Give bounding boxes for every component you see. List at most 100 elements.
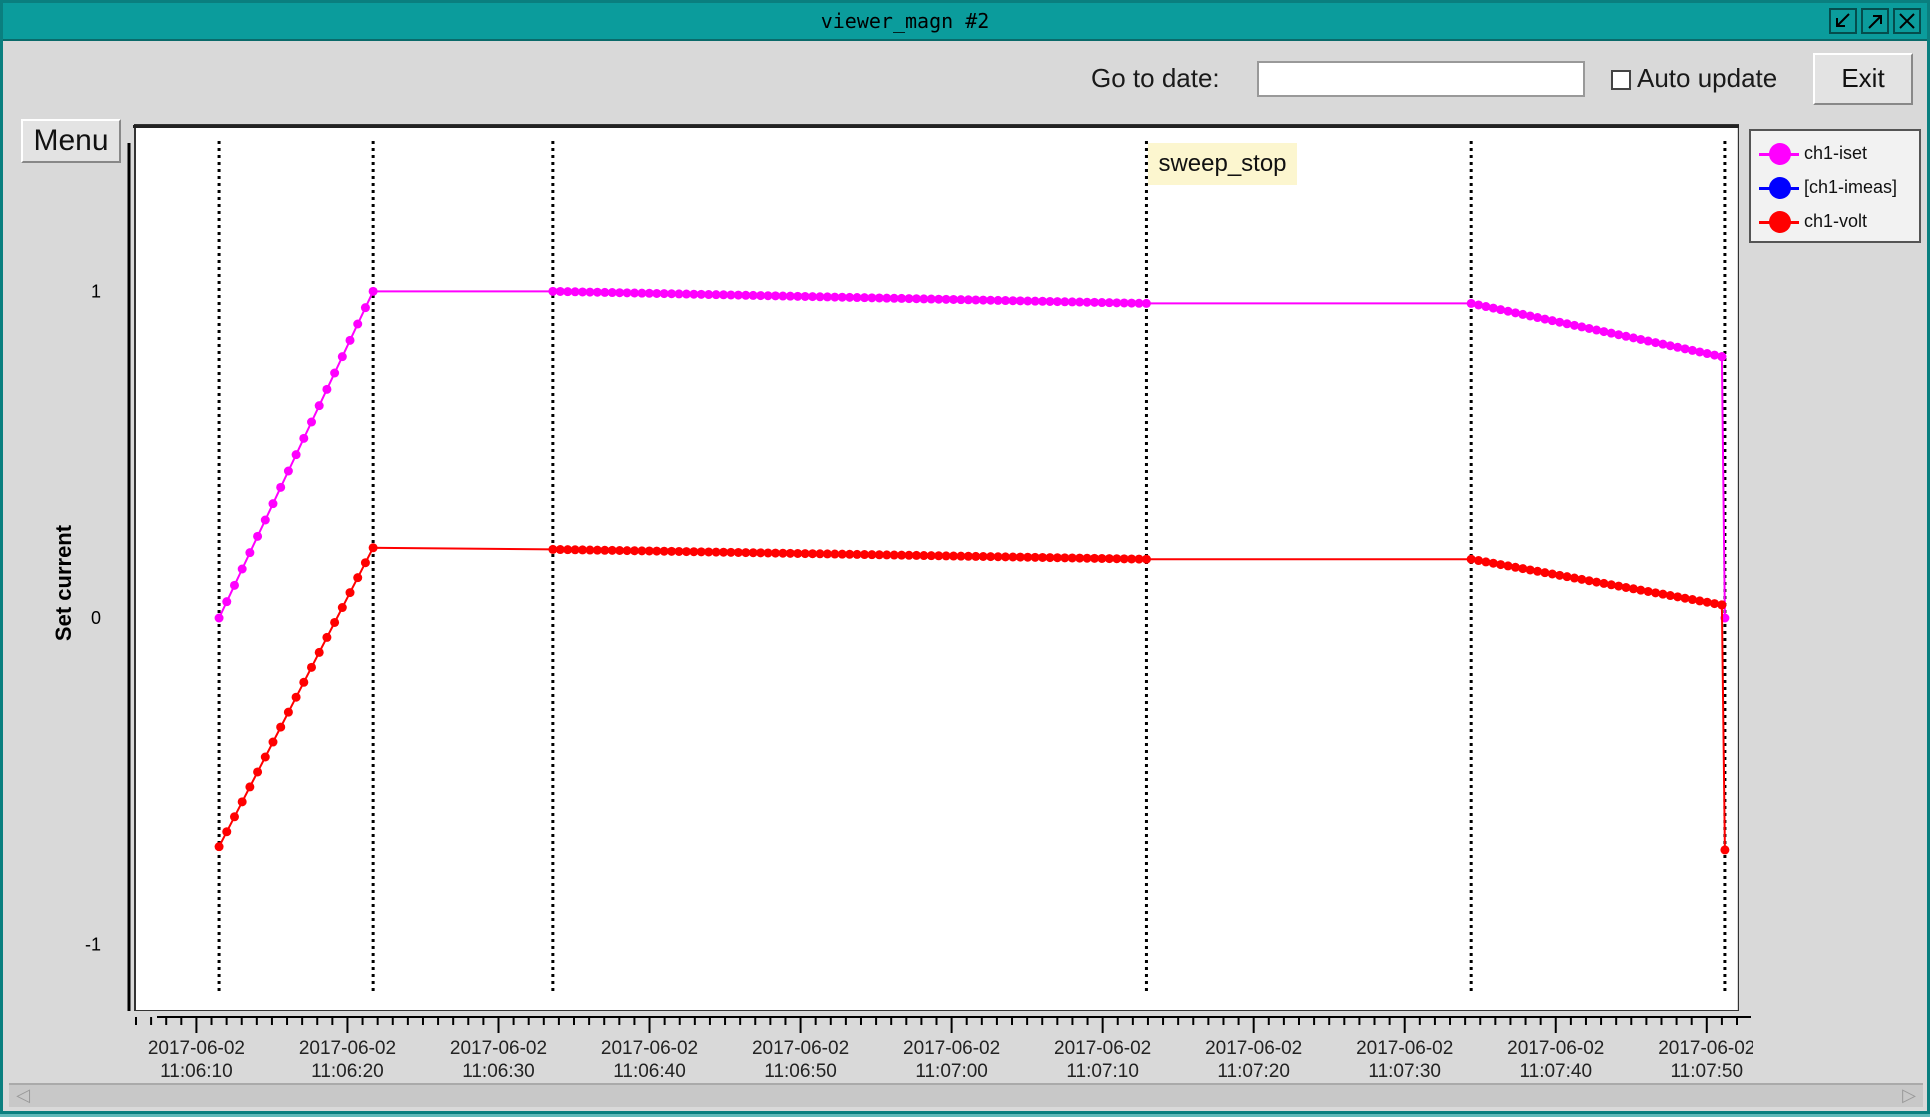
data-point (1710, 350, 1720, 360)
window-title: viewer_magn #2 (820, 9, 990, 33)
data-point (245, 548, 255, 558)
legend-marker-icon (1769, 143, 1791, 165)
data-point (1496, 305, 1506, 315)
data-point (1621, 331, 1631, 341)
x-tick-label-date: 2017-06-02 (148, 1038, 245, 1059)
data-point (353, 573, 363, 583)
x-tick-label-time: 11:07:50 (1671, 1061, 1744, 1082)
data-point (291, 692, 301, 702)
data-point (237, 797, 247, 807)
data-point (1695, 347, 1705, 357)
data-point (299, 677, 309, 687)
data-point (1533, 313, 1543, 323)
legend-item-volt[interactable]: ch1-volt (1759, 209, 1919, 235)
data-point (276, 722, 286, 732)
maximize-icon (1868, 15, 1882, 29)
data-point (283, 466, 293, 476)
data-point (345, 335, 355, 345)
legend-label: ch1-iset (1804, 143, 1868, 163)
data-point (307, 662, 317, 672)
go-to-date-label: Go to date: (1091, 63, 1220, 93)
data-point (253, 767, 263, 777)
data-point (1584, 323, 1594, 333)
data-point (1503, 306, 1513, 316)
x-tick-label-date: 2017-06-02 (903, 1038, 1000, 1059)
data-point (1687, 345, 1697, 355)
x-tick-label-time: 11:07:00 (915, 1061, 988, 1082)
data-point (322, 384, 332, 394)
legend: ch1-iset [ch1-imeas] ch1-volt (1749, 129, 1921, 243)
data-point (1466, 298, 1476, 308)
maximize-button[interactable] (1861, 8, 1889, 34)
y-tick-labels: -1 0 1 (85, 143, 131, 1011)
x-axis: 2017-06-0211:06:102017-06-0211:06:202017… (135, 1016, 1753, 1082)
data-point (1525, 311, 1535, 321)
data-point (360, 303, 370, 313)
scroll-right-icon[interactable]: ▷ (1897, 1086, 1921, 1106)
x-tick-label-date: 2017-06-02 (1356, 1038, 1453, 1059)
legend-label: [ch1-imeas] (1804, 177, 1898, 197)
close-button[interactable] (1893, 8, 1921, 34)
data-point (245, 782, 255, 792)
data-point (1658, 339, 1668, 349)
data-point (368, 286, 378, 296)
legend-marker-icon (1769, 177, 1791, 199)
x-tick-label-date: 2017-06-02 (1205, 1038, 1302, 1059)
data-point (1569, 320, 1579, 330)
data-point (229, 580, 239, 590)
legend-marker-icon (1769, 211, 1791, 233)
data-point (1141, 554, 1151, 564)
data-point (1488, 303, 1498, 313)
x-tick-label-date: 2017-06-02 (299, 1038, 396, 1059)
auto-update-label: Auto update (1637, 63, 1778, 93)
data-point (299, 433, 309, 443)
data-point (1628, 333, 1638, 343)
x-tick-label-time: 11:06:30 (462, 1061, 535, 1082)
date-input[interactable] (1257, 61, 1585, 97)
plot-area[interactable] (133, 123, 1739, 1011)
data-point (260, 752, 270, 762)
data-point (1636, 334, 1646, 344)
data-point (1680, 344, 1690, 354)
exit-button[interactable]: Exit (1813, 53, 1913, 105)
data-point (330, 368, 340, 378)
close-icon (1899, 13, 1915, 29)
data-point (1141, 298, 1151, 308)
data-point (1474, 300, 1484, 310)
x-tick-label-time: 11:06:10 (160, 1061, 233, 1082)
auto-update-checkbox[interactable] (1611, 70, 1631, 90)
data-point (237, 564, 247, 574)
y-tick-label: -1 (85, 935, 101, 955)
title-bar[interactable]: viewer_magn #2 (3, 3, 1927, 41)
data-point (1577, 322, 1587, 332)
x-tick-label-date: 2017-06-02 (1658, 1038, 1753, 1059)
minimize-icon (1836, 13, 1850, 27)
legend-item-iset[interactable]: ch1-iset (1759, 141, 1919, 167)
data-point (314, 401, 324, 411)
x-tick-label-date: 2017-06-02 (601, 1038, 698, 1059)
minimize-button[interactable] (1829, 8, 1857, 34)
data-point (291, 450, 301, 460)
data-point (1540, 314, 1550, 324)
data-point (368, 543, 378, 553)
data-point (1518, 309, 1528, 319)
data-point (268, 737, 278, 747)
data-point (1651, 338, 1661, 348)
data-point (268, 499, 278, 509)
data-point (1720, 845, 1730, 855)
data-point (222, 827, 232, 837)
data-point (360, 558, 370, 568)
horizontal-scrollbar[interactable]: ◁ ▷ (9, 1083, 1923, 1107)
data-point (307, 417, 317, 427)
legend-item-imeas[interactable]: [ch1-imeas] (1759, 175, 1919, 201)
data-point (276, 482, 286, 492)
x-tick-label-time: 11:06:40 (613, 1061, 686, 1082)
sweep-stop-annotation: sweep_stop (1148, 143, 1297, 185)
data-point (1481, 302, 1491, 312)
x-tick-label-date: 2017-06-02 (1054, 1038, 1151, 1059)
data-point (1555, 317, 1565, 327)
data-point (214, 842, 224, 852)
data-point (1717, 352, 1727, 362)
y-tick-label: 1 (91, 281, 101, 301)
data-point (1562, 319, 1572, 329)
